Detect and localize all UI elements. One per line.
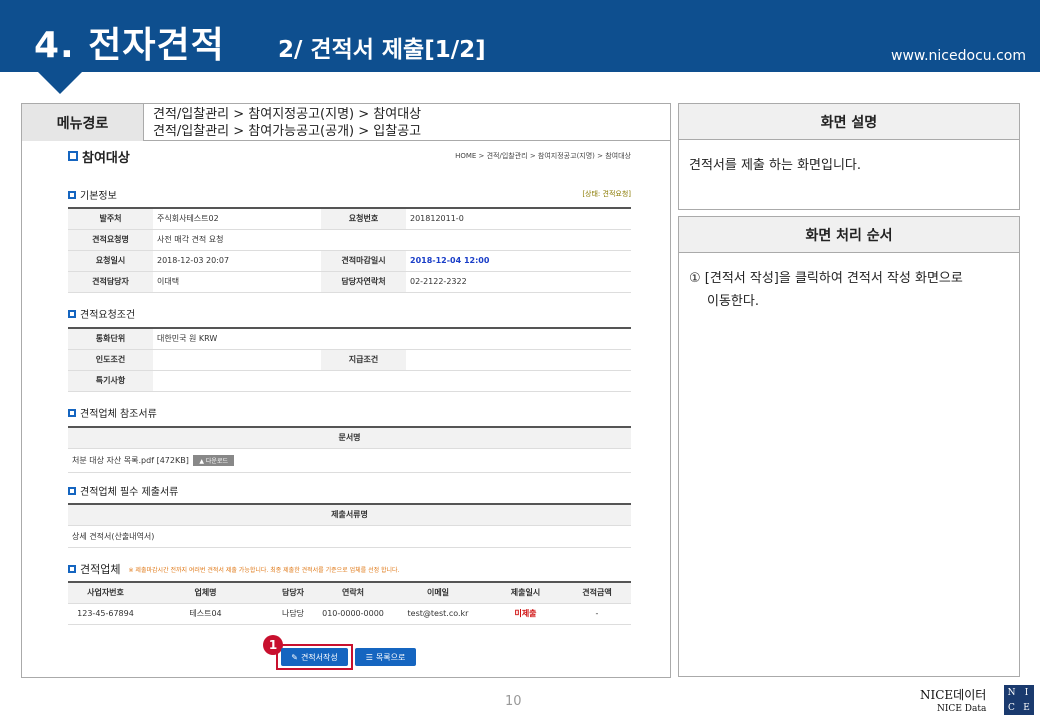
basic-info-table: 발주처 주식회사테스트02 요청번호 201812011-0 견적요청명 사전 매각 견… [68, 207, 631, 293]
column-header: 문서명 [68, 427, 631, 449]
brand-text: NICE데이터 NICE Data [920, 688, 986, 716]
menu-path-label: 메뉴경로 [22, 104, 144, 141]
table-row: 특기사항 [68, 370, 631, 392]
table-row: 상세 견적서(산출내역서) [68, 525, 631, 548]
square-icon [68, 309, 76, 318]
condition-table: 통화단위 대한민국 원 KRW 인도조건 지급조건 특기사항 [68, 327, 631, 392]
menu-path-bar: 메뉴경로 견적/입찰관리 > 참여지정공고(지명) > 참여대상 견적/입찰관리… [22, 104, 671, 141]
nice-logo: NICE [1004, 685, 1034, 715]
square-icon [68, 151, 78, 161]
section-req-title: 견적업체 필수 제출서류 [68, 483, 178, 498]
proc-panel-body: ① [견적서 작성]을 클릭하여 견적서 작성 화면으로 이동한다. [678, 253, 1020, 677]
header-arrow [38, 72, 82, 94]
breadcrumb: HOME > 견적/입찰관리 > 참여지정공고(지명) > 참여대상 [455, 152, 631, 160]
table-row: 요청일시 2018-12-03 20:07 견적마감일시 2018-12-04 12:… [68, 250, 631, 272]
write-quote-button[interactable]: ✎ 견적서작성 [281, 648, 348, 666]
brand-name: NICE데이터 [920, 688, 987, 702]
section-label: 견적요청조건 [80, 310, 136, 321]
step-marker: 1 [263, 635, 283, 655]
reference-docs-table: 문서명 처분 대상 자산 목록.pdf [472KB] ▲ 다운로드 [68, 426, 631, 473]
brand-sub: NICE Data [937, 704, 987, 714]
table-row: 123-45-67894 테스트04 나담당 010-0000-0000 tes… [68, 603, 631, 625]
proc-line1: ① [견적서 작성]을 클릭하여 견적서 작성 화면으로 [689, 271, 963, 286]
edit-icon: ✎ [291, 652, 298, 662]
page-number: 10 [505, 694, 522, 709]
status-badge: [상태: 견적요청] [582, 190, 631, 198]
section-label: 견적업체 참조서류 [80, 409, 157, 420]
table-row: 견적담당자 이대택 담당자연락처 02-2122-2322 [68, 271, 631, 293]
main-title: 4. 전자견적 [34, 25, 225, 66]
square-icon [68, 486, 76, 495]
proc-panel-title: 화면 처리 순서 [678, 216, 1020, 253]
section-ref-title: 견적업체 참조서류 [68, 405, 157, 420]
section-vendor-title: 견적업체 ※ 제출마감시간 전까지 여러번 견적서 제출 가능합니다. 최종 제출… [68, 561, 399, 577]
desc-text: 견적서를 제출 하는 화면입니다. [689, 158, 862, 173]
site-url: www.nicedocu.com [891, 48, 1026, 64]
table-row: 통화단위 대한민국 원 KRW [68, 328, 631, 350]
table-row: 인도조건 지급조건 [68, 349, 631, 371]
download-button[interactable]: ▲ 다운로드 [193, 454, 234, 466]
section-basic-title: 기본정보 [68, 187, 117, 202]
menu-path: 견적/입찰관리 > 참여지정공고(지명) > 참여대상 견적/입찰관리 > 참여… [153, 106, 421, 140]
vendor-notice: ※ 제출마감시간 전까지 여러번 견적서 제출 가능합니다. 최종 제출한 견적… [128, 566, 400, 574]
list-icon: ☰ [365, 652, 373, 662]
screen-header: 참여대상 HOME > 견적/입찰관리 > 참여지정공고(지명) > 참여대상 [68, 147, 631, 166]
menu-path-line2: 견적/입찰관리 > 참여가능공고(공개) > 입찰공고 [153, 124, 422, 139]
square-icon [68, 565, 76, 573]
list-button[interactable]: ☰ 목록으로 [355, 648, 416, 666]
desc-panel-title: 화면 설명 [678, 103, 1020, 140]
section-label: 기본정보 [80, 191, 117, 202]
sub-title: 2/ 견적서 제출[1/2] [278, 37, 486, 63]
proc-line2: 이동한다. [707, 294, 759, 309]
table-row: 견적요청명 사전 매각 견적 요청 [68, 229, 631, 251]
vendor-table: 사업자번호 업체명 담당자 연락처 이메일 제출일시 견적금액 123-45-6… [68, 581, 631, 625]
square-icon [68, 190, 76, 199]
section-label: 견적업체 필수 제출서류 [80, 487, 179, 498]
file-link[interactable]: 처분 대상 자산 목록.pdf [472KB] [72, 456, 189, 465]
section-label: 견적업체 [80, 563, 121, 576]
table-row: 처분 대상 자산 목록.pdf [472KB] ▲ 다운로드 [68, 448, 631, 473]
column-header: 제출서류명 [68, 504, 631, 526]
menu-path-line1: 견적/입찰관리 > 참여지정공고(지명) > 참여대상 [153, 107, 422, 122]
page-title: 참여대상 [82, 150, 130, 166]
table-row: 발주처 주식회사테스트02 요청번호 201812011-0 [68, 208, 631, 230]
desc-panel-body: 견적서를 제출 하는 화면입니다. [678, 140, 1020, 210]
required-docs-table: 제출서류명 상세 견적서(산출내역서) [68, 503, 631, 548]
section-cond-title: 견적요청조건 [68, 306, 135, 321]
square-icon [68, 408, 76, 417]
